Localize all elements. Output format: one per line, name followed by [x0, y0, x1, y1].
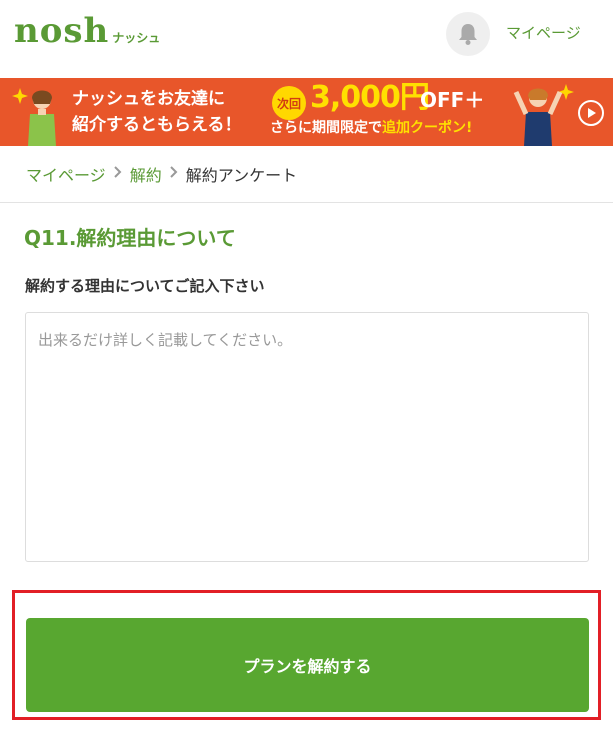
play-icon[interactable]: [578, 100, 604, 126]
breadcrumb-current: 解約アンケート: [185, 166, 298, 185]
banner-sub-prefix: さらに期間限定で: [270, 120, 382, 136]
cancel-plan-button[interactable]: プランを解約する: [26, 618, 589, 712]
header: nosh ナッシュ マイページ: [0, 0, 613, 78]
banner-left-line1: ナッシュをお友達に: [72, 89, 225, 109]
woman-illustration-icon: [513, 84, 574, 146]
banner-left-line2: 紹介するともらえる！: [72, 115, 242, 135]
divider: [0, 202, 613, 203]
mypage-link[interactable]: マイページ: [506, 22, 581, 43]
banner-sub-text: さらに期間限定で追加クーポン!: [270, 118, 472, 138]
breadcrumb: マイページ 解約 解約アンケート: [26, 162, 297, 186]
bell-icon[interactable]: [446, 12, 490, 56]
banner-sub-highlight: 追加クーポン!: [382, 120, 473, 136]
banner-left-text: ナッシュをお友達に 紹介するともらえる！: [72, 86, 242, 138]
breadcrumb-cancel[interactable]: 解約: [130, 162, 162, 186]
banner-amount: 3,000円: [310, 80, 430, 115]
question-title: Q11.解約理由について: [24, 226, 236, 250]
logo[interactable]: nosh ナッシュ: [14, 12, 160, 50]
question-label: 解約する理由についてご記入下さい: [25, 277, 265, 295]
logo-sub: ナッシュ: [112, 31, 161, 45]
reason-textarea[interactable]: [25, 312, 589, 562]
breadcrumb-mypage[interactable]: マイページ: [26, 162, 106, 186]
chevron-right-icon: [169, 166, 178, 182]
girl-illustration-icon: [12, 88, 56, 146]
chevron-right-icon: [113, 166, 122, 182]
banner-amount-suffix: OFF＋: [420, 88, 485, 112]
logo-main: nosh: [14, 11, 110, 51]
banner-badge: 次回: [272, 86, 306, 120]
referral-banner[interactable]: ナッシュをお友達に 紹介するともらえる！ 次回 3,000円 OFF＋ さらに期…: [0, 78, 613, 146]
